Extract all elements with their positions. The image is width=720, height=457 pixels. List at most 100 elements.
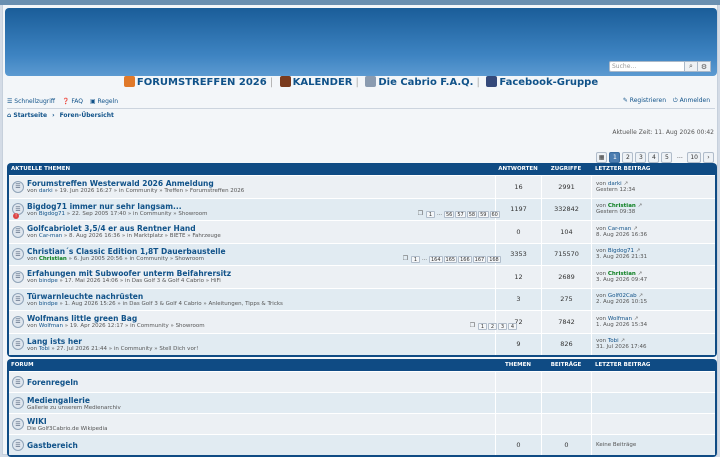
link-label: KALENDER <box>292 77 353 88</box>
search-input[interactable]: Suche… <box>609 61 685 72</box>
link-facebook[interactable]: Facebook-Gruppe <box>486 76 598 88</box>
topic-title[interactable]: Christian´s Classic Edition 1,8T Dauerba… <box>27 247 495 256</box>
topic-row[interactable]: ☰ Lang ists her von Tobi » 27. Jul 2026 … <box>9 332 715 355</box>
topic-title[interactable]: Forumstreffen Westerwald 2026 Anmeldung <box>27 179 495 188</box>
forum-header: FORUM THEMEN BEITRÄGE LETZTER BEITRAG <box>9 359 715 371</box>
topic-title[interactable]: Bigdog71 immer nur sehr langsam... <box>27 202 495 211</box>
topic-row[interactable]: ☰ Forumstreffen Westerwald 2026 Anmeldun… <box>9 175 715 198</box>
book-icon[interactable]: ▣ Regeln <box>90 98 118 105</box>
panel-title: AKTUELLE THEMEN <box>11 166 71 172</box>
forum-title[interactable]: Gastbereich <box>27 441 495 450</box>
topic-last-post: von Christian ↗ Gestern 09:38 <box>591 198 715 220</box>
register-icon[interactable]: ✎ Registrieren <box>623 97 666 104</box>
forum-row[interactable]: ☰ Forenregeln <box>9 371 715 392</box>
home-icon[interactable]: ⌂ Startseite <box>7 112 47 119</box>
gear-icon[interactable]: ⚙ <box>698 61 711 72</box>
forum-title[interactable]: Mediengallerie <box>27 396 495 405</box>
page-3[interactable]: 3 <box>635 152 647 163</box>
menu-icon[interactable]: ☰ Schnellzugriff <box>7 98 55 105</box>
topic-row[interactable]: ☰ Erfahungen mit Subwoofer unterm Beifah… <box>9 265 715 288</box>
crumb-overview[interactable]: Foren-Übersicht <box>60 112 114 119</box>
topic-last-post: von darki ↗ Gestern 12:34 <box>591 176 715 198</box>
topic-page[interactable]: 3 <box>498 323 507 330</box>
topic-title[interactable]: Türwarnleuchte nachrüsten <box>27 292 495 301</box>
topic-row[interactable]: ☰ Christian´s Classic Edition 1,8T Dauer… <box>9 242 715 265</box>
jump-page-icon[interactable]: ▦ <box>595 152 608 163</box>
forum-status-icon: ☰ <box>9 414 27 434</box>
topic-author[interactable]: bindpe <box>39 301 58 307</box>
topic-row[interactable]: ☰ Wolfmans little green Bag von Wolfman … <box>9 310 715 333</box>
nav-rules[interactable]: Regeln <box>98 98 119 105</box>
topic-meta: von Car-man » 8. Aug 2026 16:36 » in Mar… <box>27 233 495 239</box>
search-icon[interactable]: ⌕ <box>685 61 698 72</box>
topic-author[interactable]: Bigdog71 <box>39 211 65 217</box>
topic-page[interactable]: 165 <box>443 255 458 263</box>
page-2[interactable]: 2 <box>622 152 634 163</box>
topic-page[interactable]: 59 <box>478 210 489 218</box>
topic-author[interactable]: Tobi <box>39 346 50 352</box>
forum-row[interactable]: ☰ Mediengallerie Gallerie zu unserem Med… <box>9 392 715 413</box>
topic-page[interactable]: 2 <box>488 323 497 330</box>
topic-author[interactable]: Wolfman <box>39 323 63 329</box>
topic-pagination: ❐ 1… 56 57 58 59 60 <box>416 210 500 218</box>
topic-info: » 19. Jun 2026 16:27 » in Community » Tr… <box>52 188 245 195</box>
help-icon[interactable]: ❓ FAQ <box>62 98 83 105</box>
topic-row[interactable]: ☰ Türwarnleuchte nachrüsten von bindpe »… <box>9 287 715 310</box>
topic-author[interactable]: Christian <box>39 256 67 262</box>
topics-panel: AKTUELLE THEMEN ANTWORTEN ZUGRIFFE LETZT… <box>7 163 717 357</box>
topic-page[interactable]: 1 <box>411 255 420 263</box>
topic-title[interactable]: Lang ists her <box>27 337 495 346</box>
col-posts: BEITRÄGE <box>550 362 582 368</box>
topic-page[interactable]: 1 <box>478 323 487 330</box>
last-date: Gestern 12:34 <box>596 186 636 193</box>
topic-title[interactable]: Golfcabriolet 3,5/4 er aus Rentner Hand <box>27 224 495 233</box>
forum-posts <box>541 393 591 413</box>
link-faq[interactable]: Die Cabrio F.A.Q. <box>365 76 474 88</box>
topic-row[interactable]: ☰ ! Bigdog71 immer nur sehr langsam... v… <box>9 197 715 220</box>
topic-info: » 19. Apr 2026 12:17 » in Community » Sh… <box>63 323 205 330</box>
link-kalender[interactable]: KALENDER <box>279 76 353 88</box>
topic-row[interactable]: ☰ Golfcabriolet 3,5/4 er aus Rentner Han… <box>9 220 715 243</box>
next-icon[interactable]: › <box>703 152 714 163</box>
topic-info: » 1. Aug 2026 15:26 » in Das Golf 3 & Go… <box>57 300 283 307</box>
page-1[interactable]: 1 <box>609 152 621 163</box>
topic-page[interactable]: 4 <box>508 323 517 330</box>
topic-page[interactable]: 58 <box>466 210 478 218</box>
breadcrumb: ⌂ Startseite › Foren-Übersicht <box>7 108 715 122</box>
topic-title[interactable]: Erfahungen mit Subwoofer unterm Beifahre… <box>27 269 495 278</box>
meeting-icon <box>123 76 135 87</box>
topic-page[interactable]: 56 <box>444 210 455 218</box>
topic-page[interactable]: 1 <box>426 210 435 218</box>
crumb-home[interactable]: Startseite <box>13 112 47 119</box>
nav-login[interactable]: Anmelden <box>680 97 710 104</box>
topic-page[interactable]: 164 <box>429 255 443 263</box>
topic-info: » 22. Sep 2005 17:40 » in Community » Sh… <box>65 210 208 217</box>
col-last: LETZTER BEITRAG <box>595 166 651 172</box>
nav-quick[interactable]: Schnellzugriff <box>14 98 55 105</box>
topic-page[interactable]: 167 <box>472 255 487 263</box>
forum-row[interactable]: ☰ Gastbereich 0 0 Keine Beiträge <box>9 434 715 455</box>
topic-replies: 16 <box>495 176 541 198</box>
facebook-icon <box>486 76 498 87</box>
forum-title[interactable]: WIKI <box>27 417 495 426</box>
topic-page[interactable]: 57 <box>455 210 466 218</box>
page-4[interactable]: 4 <box>648 152 660 163</box>
topic-page[interactable]: 60 <box>489 210 500 218</box>
nav-faq[interactable]: FAQ <box>71 98 83 105</box>
link-label: Die Cabrio F.A.Q. <box>378 77 474 88</box>
topic-status-icon: ☰ <box>9 176 27 198</box>
col-last: LETZTER BEITRAG <box>595 362 651 368</box>
nav-register[interactable]: Registrieren <box>630 97 666 104</box>
topic-page[interactable]: 168 <box>487 255 501 263</box>
topic-title[interactable]: Wolfmans little green Bag <box>27 314 495 323</box>
topic-author[interactable]: darki <box>39 188 53 194</box>
topic-author[interactable]: bindpe <box>39 278 58 284</box>
topic-page[interactable]: 166 <box>458 255 472 263</box>
power-icon[interactable]: ⏻ Anmelden <box>673 97 710 104</box>
forum-title[interactable]: Forenregeln <box>27 378 495 387</box>
forum-row[interactable]: ☰ WIKI Die Golf3Cabrio.de Wikipedia <box>9 413 715 434</box>
link-forumstreffen[interactable]: FORUMSTREFFEN 2026 <box>123 76 267 88</box>
page-5[interactable]: 5 <box>661 152 673 163</box>
page-last[interactable]: 10 <box>687 152 701 163</box>
topic-author[interactable]: Car-man <box>39 233 62 239</box>
